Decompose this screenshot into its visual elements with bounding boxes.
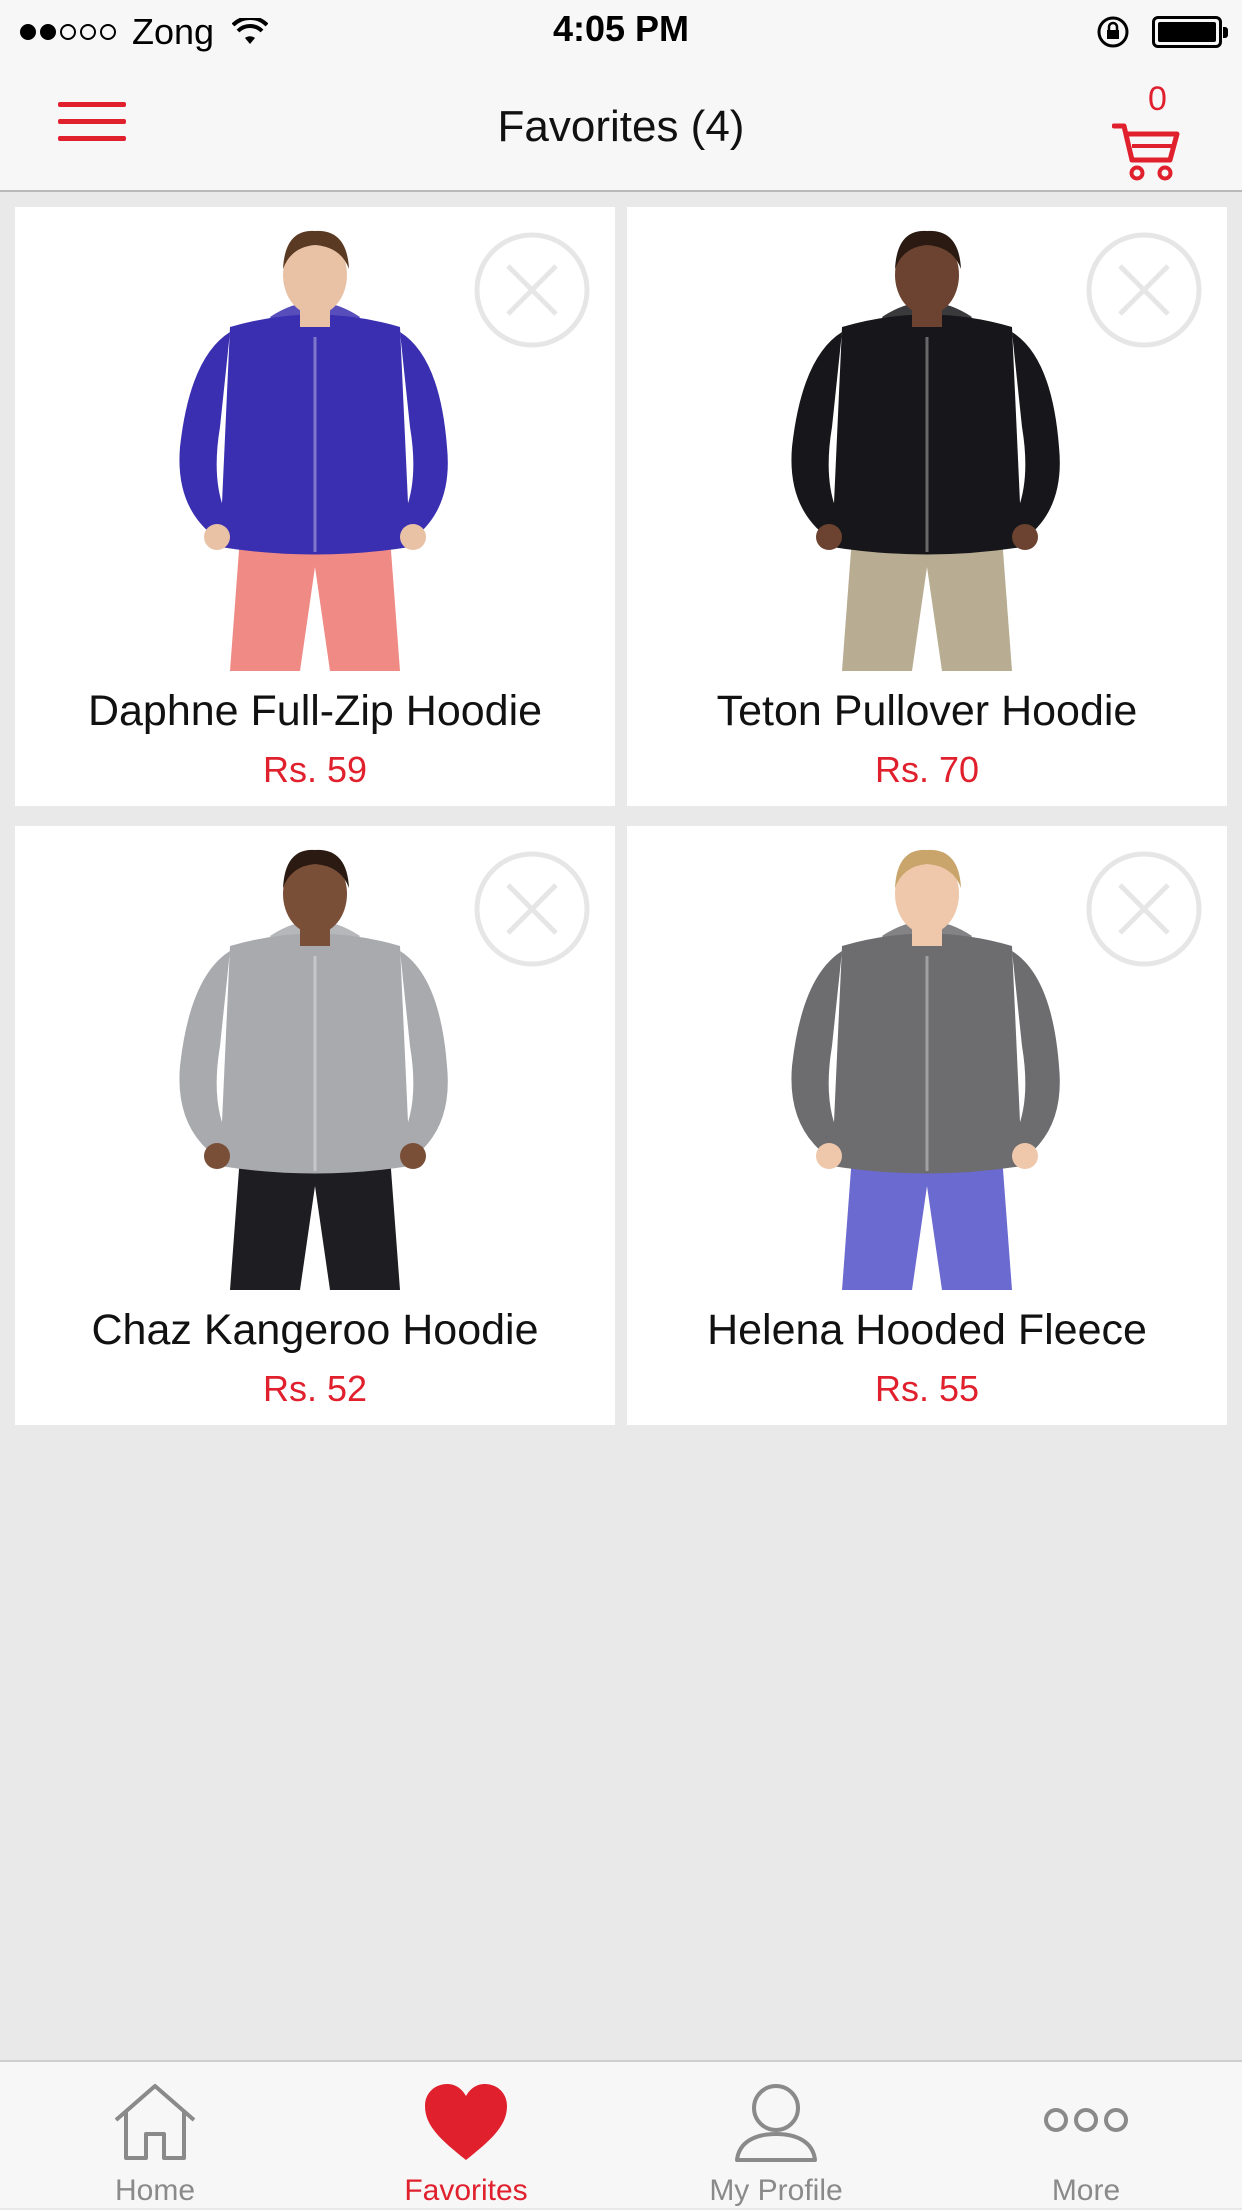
left-sleeve — [179, 332, 230, 537]
hand — [1012, 524, 1038, 550]
product-price: Rs. 70 — [874, 749, 980, 790]
profile-icon — [735, 2084, 817, 2162]
hand — [816, 1143, 842, 1169]
heart-icon — [425, 2084, 507, 2160]
cart-count-badge: 0 — [1148, 80, 1167, 118]
pants — [842, 1156, 1012, 1290]
product-price: Rs. 59 — [262, 749, 368, 790]
tab-more-label: More — [1051, 2174, 1121, 2207]
tab-home-label: Home — [114, 2174, 196, 2207]
tab-my-profile-label: My Profile — [709, 2174, 843, 2207]
hand — [400, 1143, 426, 1169]
tab-more[interactable]: More — [931, 2062, 1241, 2210]
pants — [230, 537, 400, 671]
status-bar: Zong 4:05 PM — [0, 0, 1242, 62]
left-sleeve — [791, 332, 842, 537]
right-sleeve — [1012, 951, 1060, 1156]
product-price: Rs. 52 — [262, 1368, 368, 1409]
navigation-bar: Favorites (4) 0 — [0, 62, 1242, 192]
hand — [204, 524, 230, 550]
tab-bar: Home Favorites My Profile More — [0, 2060, 1242, 2208]
pants — [842, 537, 1012, 671]
status-time: 4:05 PM — [552, 8, 690, 49]
remove-favorite-icon[interactable] — [474, 851, 590, 967]
product-name: Daphne Full-Zip Hoodie — [87, 687, 543, 735]
hand — [816, 524, 842, 550]
left-sleeve — [791, 951, 842, 1156]
tab-favorites-label: Favorites — [404, 2174, 528, 2207]
hand — [400, 524, 426, 550]
product-card[interactable]: Daphne Full-Zip Hoodie Rs. 59 — [15, 207, 615, 806]
product-name: Helena Hooded Fleece — [707, 1306, 1147, 1354]
product-card[interactable]: Helena Hooded Fleece Rs. 55 — [627, 826, 1227, 1425]
right-sleeve — [1012, 332, 1060, 537]
pants — [230, 1156, 400, 1290]
tab-home[interactable]: Home — [0, 2062, 310, 2210]
product-price: Rs. 55 — [874, 1368, 980, 1409]
product-name: Chaz Kangeroo Hoodie — [91, 1306, 539, 1354]
more-icon — [1044, 2108, 1128, 2132]
right-sleeve — [400, 951, 448, 1156]
cart-icon — [1112, 123, 1180, 181]
product-card[interactable]: Chaz Kangeroo Hoodie Rs. 52 — [15, 826, 615, 1425]
cart-button[interactable]: 0 — [1108, 80, 1188, 181]
tab-my-profile[interactable]: My Profile — [621, 2062, 931, 2210]
remove-favorite-icon[interactable] — [474, 232, 590, 348]
battery-icon — [1152, 16, 1228, 48]
right-sleeve — [400, 332, 448, 537]
hand — [1012, 1143, 1038, 1169]
left-sleeve — [179, 951, 230, 1156]
product-name: Teton Pullover Hoodie — [716, 687, 1138, 735]
hand — [204, 1143, 230, 1169]
page-title: Favorites (4) — [497, 102, 745, 151]
remove-favorite-icon[interactable] — [1086, 851, 1202, 967]
home-icon — [114, 2084, 196, 2160]
rotation-lock-icon — [1097, 16, 1129, 48]
battery-level — [1158, 22, 1216, 42]
tab-favorites[interactable]: Favorites — [311, 2062, 621, 2210]
remove-favorite-icon[interactable] — [1086, 232, 1202, 348]
product-card[interactable]: Teton Pullover Hoodie Rs. 70 — [627, 207, 1227, 806]
